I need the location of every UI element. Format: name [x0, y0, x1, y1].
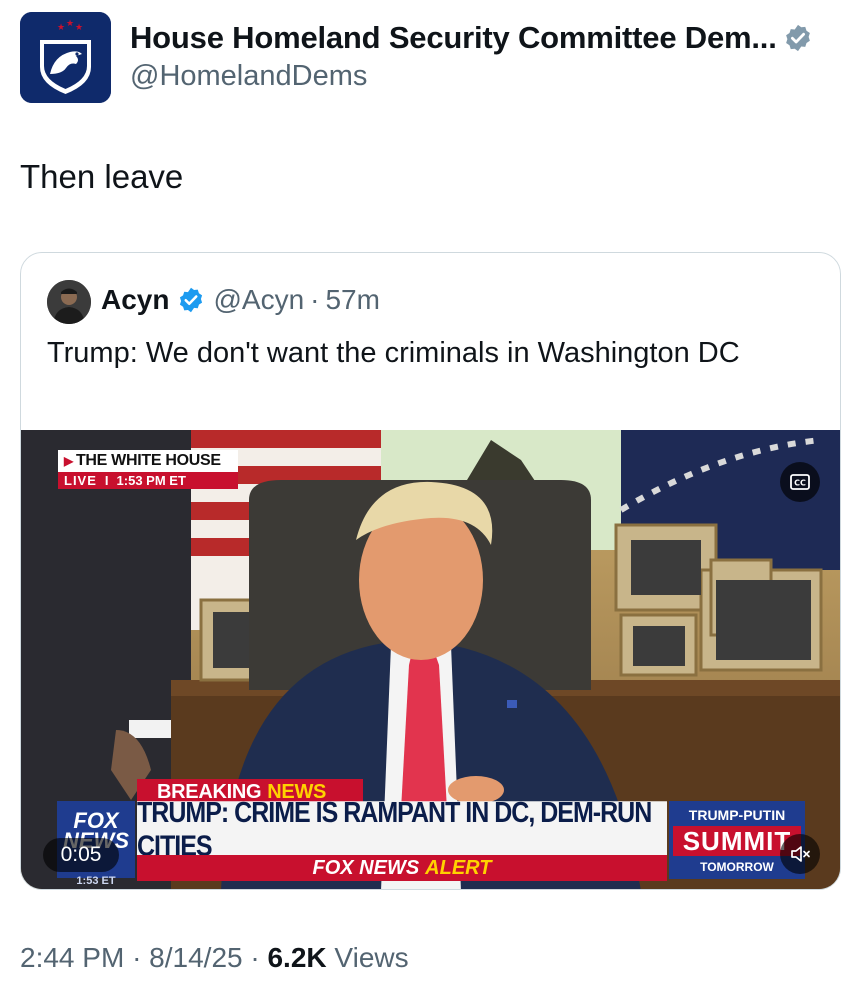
author-handle[interactable]: @HomelandDems: [130, 60, 367, 93]
blue-verified-icon[interactable]: [177, 286, 205, 314]
post-date[interactable]: 8/14/25: [149, 942, 242, 973]
separator-dot: ·: [310, 284, 320, 315]
eagle-shield-icon: ★ ★ ★: [20, 12, 111, 103]
mute-button[interactable]: [780, 834, 820, 874]
source-tag-label: THE WHITE HOUSE: [75, 452, 221, 469]
live-label: LIVE: [64, 473, 97, 488]
promo-line1: TRUMP-PUTIN: [688, 807, 786, 823]
play-triangle-icon: ▶: [64, 454, 73, 468]
live-separator: I: [104, 473, 109, 488]
quoted-name-row[interactable]: Acyn @Acyn · 57m: [101, 284, 380, 316]
speaker-muted-icon: [791, 846, 810, 862]
closed-captions-button[interactable]: CC: [780, 462, 820, 502]
views-count[interactable]: 6.2K: [267, 942, 326, 973]
alert-brand: FOX NEWS: [312, 856, 420, 879]
author-display-name[interactable]: House Homeland Security Committee Dem...: [130, 20, 777, 56]
video-player[interactable]: ▶ THE WHITE HOUSE LIVE I 1:53 PM ET CC BR…: [21, 430, 840, 889]
quoted-display-name[interactable]: Acyn: [101, 284, 169, 316]
chyron-headline: TRUMP: CRIME IS RAMPANT IN DC, DEM-RUN C…: [137, 797, 667, 862]
post-time[interactable]: 2:44 PM: [20, 942, 124, 973]
tweet-meta: 2:44 PM · 8/14/25 · 6.2K Views: [20, 942, 409, 974]
quoted-tweet-text: Trump: We don't want the criminals in Wa…: [47, 337, 740, 369]
meta-dot: ·: [132, 942, 142, 973]
tweet-text: Then leave: [20, 158, 184, 195]
svg-text:★: ★: [57, 23, 65, 33]
alert-bar: FOX NEWS ALERT: [137, 855, 667, 881]
svg-text:CC: CC: [794, 479, 806, 488]
video-timecode: 0:05: [43, 838, 119, 872]
quoted-handle[interactable]: @Acyn: [213, 284, 304, 316]
gray-verified-icon[interactable]: [783, 23, 813, 53]
avatar-photo: [47, 280, 91, 324]
alert-word: ALERT: [425, 856, 492, 879]
closed-captions-icon: CC: [790, 474, 810, 490]
author-avatar[interactable]: ★ ★ ★: [20, 12, 111, 103]
svg-text:★: ★: [66, 19, 74, 29]
fox-logo-time: 1:53 ET: [76, 875, 116, 887]
views-label[interactable]: Views: [334, 942, 408, 973]
meta-dot: ·: [250, 942, 260, 973]
quoted-author-avatar[interactable]: [47, 280, 91, 324]
source-tag: ▶ THE WHITE HOUSE LIVE I 1:53 PM ET: [58, 450, 238, 489]
quoted-timestamp[interactable]: 57m: [325, 284, 379, 316]
svg-text:★: ★: [75, 23, 83, 33]
live-time: 1:53 PM ET: [116, 473, 186, 488]
quoted-tweet-card[interactable]: Acyn @Acyn · 57m Trump: We don't want th…: [20, 252, 841, 890]
author-name-row[interactable]: House Homeland Security Committee Dem...: [130, 20, 813, 56]
